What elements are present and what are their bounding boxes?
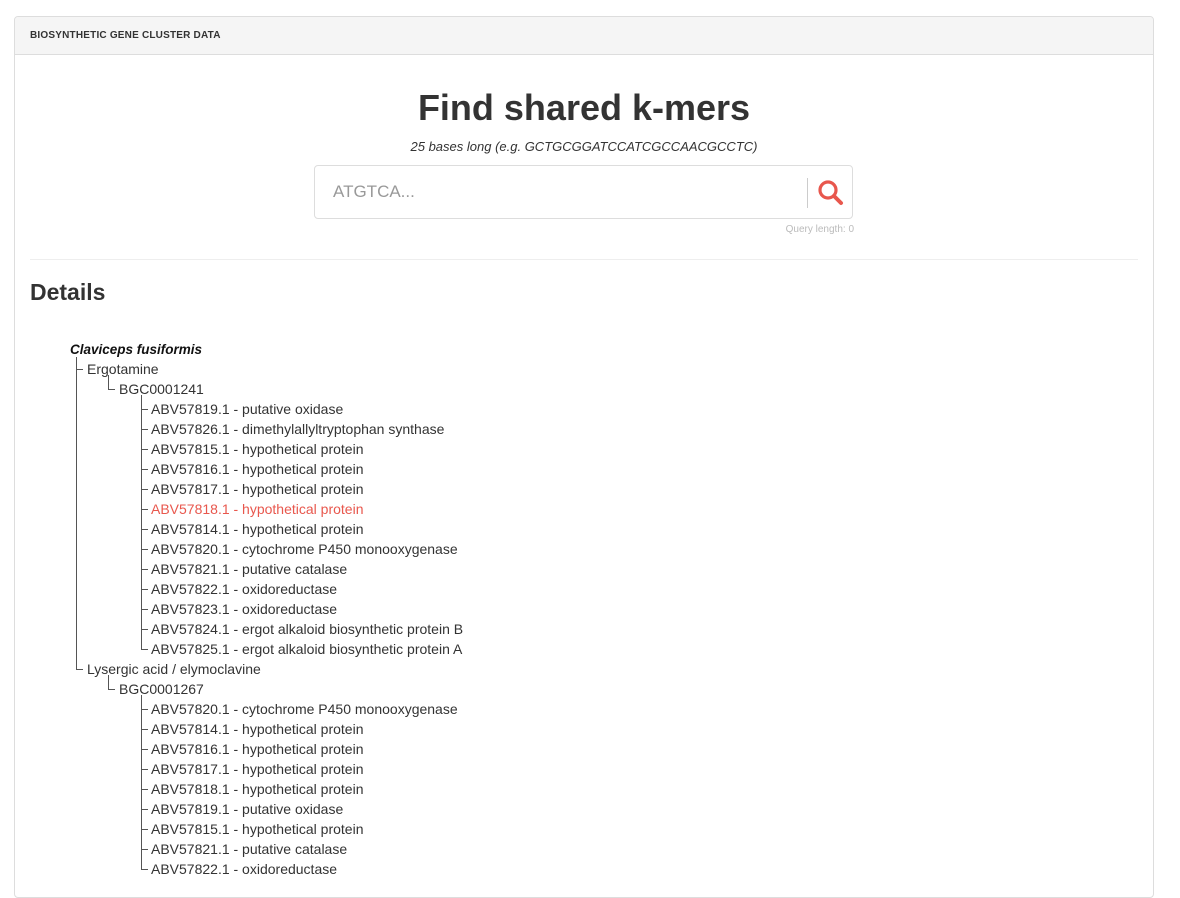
tree-connector <box>108 675 109 689</box>
tree-connector <box>108 375 109 389</box>
gene-item[interactable]: ABV57825.1 - ergot alkaloid biosynthetic… <box>151 639 462 659</box>
tree-connector <box>141 769 148 770</box>
tree-connector <box>141 629 148 630</box>
tree-connector <box>76 669 83 670</box>
tree-connector <box>141 649 148 650</box>
tree-connector <box>141 829 148 830</box>
gene-item[interactable]: ABV57820.1 - cytochrome P450 monooxygena… <box>151 699 458 719</box>
tree-connector <box>141 809 148 810</box>
bgc-data-panel: BIOSYNTHETIC GENE CLUSTER DATA Find shar… <box>14 16 1154 898</box>
tree-connector <box>141 789 148 790</box>
compound-item[interactable]: Lysergic acid / elymoclavine <box>87 659 261 679</box>
kmer-search-input[interactable] <box>333 178 783 206</box>
query-length: Query length: 0 <box>785 224 854 235</box>
gene-item[interactable]: ABV57816.1 - hypothetical protein <box>151 459 363 479</box>
page-subtitle: 25 bases long (e.g. GCTGCGGATCCATCGCCAAC… <box>410 139 758 154</box>
gene-item[interactable]: ABV57822.1 - oxidoreductase <box>151 859 337 879</box>
gene-item[interactable]: ABV57826.1 - dimethylallyltryptophan syn… <box>151 419 444 439</box>
kmer-search-box <box>314 165 853 219</box>
gene-item[interactable]: ABV57821.1 - putative catalase <box>151 839 347 859</box>
search-icon <box>818 180 843 205</box>
gene-item[interactable]: ABV57818.1 - hypothetical protein <box>151 499 363 519</box>
tree-connector <box>141 529 148 530</box>
page-title: Find shared k-mers <box>417 87 751 128</box>
tree-connector <box>141 589 148 590</box>
tree-connector <box>141 869 148 870</box>
gene-item[interactable]: ABV57821.1 - putative catalase <box>151 559 347 579</box>
gene-item[interactable]: ABV57816.1 - hypothetical protein <box>151 739 363 759</box>
tree-connector <box>141 509 148 510</box>
gene-item[interactable]: ABV57820.1 - cytochrome P450 monooxygena… <box>151 539 458 559</box>
tree-connector <box>141 609 148 610</box>
tree-connector <box>141 409 148 410</box>
gene-item[interactable]: ABV57815.1 - hypothetical protein <box>151 439 363 459</box>
search-divider <box>807 178 808 208</box>
tree-connector <box>141 549 148 550</box>
gene-item[interactable]: ABV57817.1 - hypothetical protein <box>151 759 363 779</box>
gene-item[interactable]: ABV57815.1 - hypothetical protein <box>151 819 363 839</box>
tree-connector <box>141 429 148 430</box>
compound-item[interactable]: Ergotamine <box>87 359 159 379</box>
gene-item[interactable]: ABV57814.1 - hypothetical protein <box>151 519 363 539</box>
tree-connector <box>108 389 115 390</box>
gene-item[interactable]: ABV57822.1 - oxidoreductase <box>151 579 337 599</box>
tree-connector <box>141 729 148 730</box>
gene-item[interactable]: ABV57824.1 - ergot alkaloid biosynthetic… <box>151 619 463 639</box>
tree-connector <box>141 569 148 570</box>
gene-item[interactable]: ABV57818.1 - hypothetical protein <box>151 779 363 799</box>
gene-item[interactable]: ABV57819.1 - putative oxidase <box>151 399 343 419</box>
gene-item[interactable]: ABV57817.1 - hypothetical protein <box>151 479 363 499</box>
details-title: Details <box>30 279 106 305</box>
panel-heading: BIOSYNTHETIC GENE CLUSTER DATA <box>15 17 1153 55</box>
organism-name: Claviceps fusiformis <box>70 342 203 357</box>
gene-item[interactable]: ABV57819.1 - putative oxidase <box>151 799 343 819</box>
tree-connector <box>141 709 148 710</box>
tree-connector <box>141 395 142 650</box>
gene-item[interactable]: ABV57814.1 - hypothetical protein <box>151 719 363 739</box>
tree-connector <box>141 469 148 470</box>
divider <box>30 259 1138 260</box>
tree-connector <box>76 369 83 370</box>
tree-connector <box>76 357 77 670</box>
gene-item[interactable]: ABV57823.1 - oxidoreductase <box>151 599 337 619</box>
tree-connector <box>108 689 115 690</box>
cluster-item[interactable]: BGC0001241 <box>119 379 204 399</box>
tree-connector <box>141 749 148 750</box>
tree-connector <box>141 489 148 490</box>
tree-connector <box>141 695 142 870</box>
tree-connector <box>141 449 148 450</box>
cluster-item[interactable]: BGC0001267 <box>119 679 204 699</box>
tree-connector <box>141 849 148 850</box>
search-button[interactable] <box>813 176 847 208</box>
